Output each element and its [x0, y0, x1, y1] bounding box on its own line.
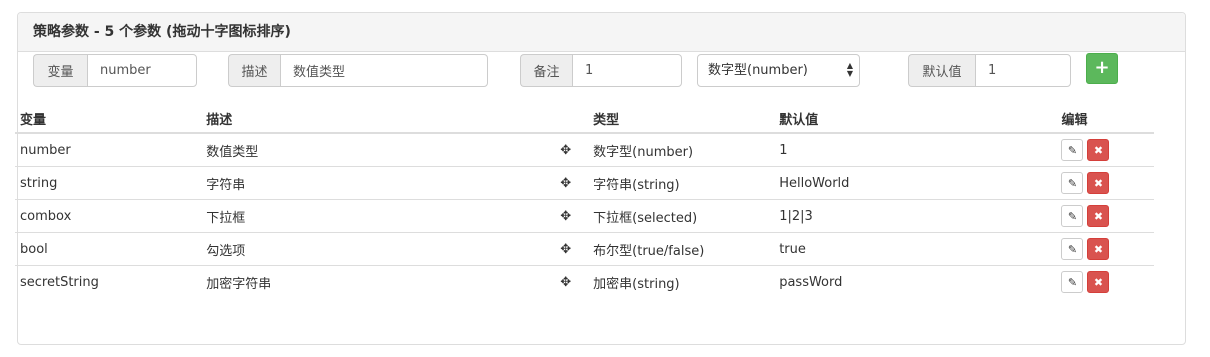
variable-input[interactable] [87, 54, 197, 87]
header-description: 描述 [201, 104, 544, 134]
header-edit: 编辑 [1056, 104, 1154, 134]
remark-label: 备注 [520, 54, 572, 87]
panel-title: 策略参数 - 5 个参数 (拖动十字图标排序) [18, 13, 1185, 52]
close-icon: ✖ [1093, 176, 1104, 190]
edit-button[interactable]: ✎ [1061, 238, 1084, 260]
add-parameter-button[interactable]: + [1086, 53, 1118, 84]
cell-default: 1|2|3 [774, 199, 1057, 233]
table-header-row: 变量 描述 类型 默认值 编辑 [15, 104, 1154, 134]
cell-type: 数字型(number) [593, 144, 694, 160]
close-icon: ✖ [1093, 275, 1104, 289]
cell-type: 布尔型(true/false) [588, 232, 775, 266]
delete-button[interactable]: ✖ [1087, 238, 1110, 260]
delete-button[interactable]: ✖ [1087, 139, 1110, 161]
pencil-icon: ✎ [1067, 176, 1078, 190]
cell-variable: number [20, 142, 71, 158]
header-move [543, 104, 589, 134]
params-table: 变量 描述 类型 默认值 编辑 number 数值类型 ✥ 数字型(number… [15, 104, 1154, 298]
default-label: 默认值 [908, 54, 975, 87]
move-icon[interactable]: ✥ [543, 133, 588, 167]
close-icon: ✖ [1093, 242, 1104, 256]
edit-button[interactable]: ✎ [1061, 271, 1084, 293]
cell-description: 数值类型 [206, 144, 259, 160]
cell-variable: string [15, 166, 202, 200]
select-arrows-icon: ▲ ▼ [846, 61, 853, 78]
cell-default: HelloWorld [774, 166, 1057, 200]
cell-actions: ✎ ✖ [1056, 265, 1154, 298]
table-row: bool 勾选项 ✥ 布尔型(true/false) true ✎ ✖ [15, 232, 1154, 266]
table-row: combox 下拉框 ✥ 下拉框(selected) 1|2|3 ✎ ✖ [15, 199, 1154, 233]
header-variable: 变量 [15, 104, 202, 134]
table-row: string 字符串 ✥ 字符串(string) HelloWorld ✎ ✖ [15, 166, 1154, 200]
move-icon[interactable]: ✥ [543, 199, 589, 233]
pencil-icon: ✎ [1067, 209, 1078, 223]
cell-type: 加密串(string) [588, 265, 775, 298]
move-icon[interactable]: ✥ [543, 166, 589, 200]
cell-actions: ✎ ✖ [1056, 166, 1154, 200]
pencil-icon: ✎ [1067, 275, 1078, 289]
cell-description: 下拉框 [201, 199, 544, 233]
delete-button[interactable]: ✖ [1087, 205, 1110, 227]
cell-default: 1 [779, 142, 788, 158]
cell-actions: ✎ ✖ [1056, 133, 1154, 167]
remark-input[interactable] [572, 54, 682, 87]
move-icon[interactable]: ✥ [543, 232, 589, 266]
edit-button[interactable]: ✎ [1061, 205, 1084, 227]
description-input-group: 描述 [228, 54, 488, 87]
cell-type: 字符串(string) [588, 166, 775, 200]
header-default: 默认值 [774, 104, 1057, 134]
cell-default: passWord [774, 265, 1057, 298]
close-icon: ✖ [1093, 209, 1104, 223]
description-label: 描述 [228, 54, 280, 87]
header-type: 类型 [588, 104, 775, 134]
table-row: secretString 加密字符串 ✥ 加密串(string) passWor… [15, 265, 1154, 298]
cell-description: 勾选项 [201, 232, 544, 266]
edit-button[interactable]: ✎ [1061, 172, 1084, 194]
remark-input-group: 备注 [520, 54, 682, 87]
edit-button[interactable]: ✎ [1061, 139, 1084, 161]
cell-actions: ✎ ✖ [1056, 232, 1154, 266]
cell-type: 下拉框(selected) [588, 199, 775, 233]
pencil-icon: ✎ [1067, 143, 1078, 157]
default-input[interactable] [975, 54, 1071, 87]
variable-input-group: 变量 [33, 54, 197, 87]
table-row: number 数值类型 ✥ 数字型(number) 1 ✎ ✖ [15, 133, 1154, 167]
pencil-icon: ✎ [1067, 242, 1078, 256]
cell-actions: ✎ ✖ [1056, 199, 1154, 233]
cell-variable: combox [15, 199, 202, 233]
delete-button[interactable]: ✖ [1087, 271, 1110, 293]
cell-variable: bool [15, 232, 202, 266]
type-select[interactable]: 数字型(number) ▲ ▼ [697, 54, 860, 87]
cell-variable: secretString [15, 265, 202, 298]
description-input[interactable] [280, 54, 488, 87]
type-select-value: 数字型(number) [708, 63, 808, 78]
close-icon: ✖ [1093, 143, 1104, 157]
default-input-group: 默认值 [908, 54, 1071, 87]
cell-description: 加密字符串 [201, 265, 544, 298]
delete-button[interactable]: ✖ [1087, 172, 1110, 194]
cell-description: 字符串 [201, 166, 544, 200]
variable-label: 变量 [33, 54, 87, 87]
cell-default: true [774, 232, 1057, 266]
move-icon[interactable]: ✥ [543, 265, 589, 298]
